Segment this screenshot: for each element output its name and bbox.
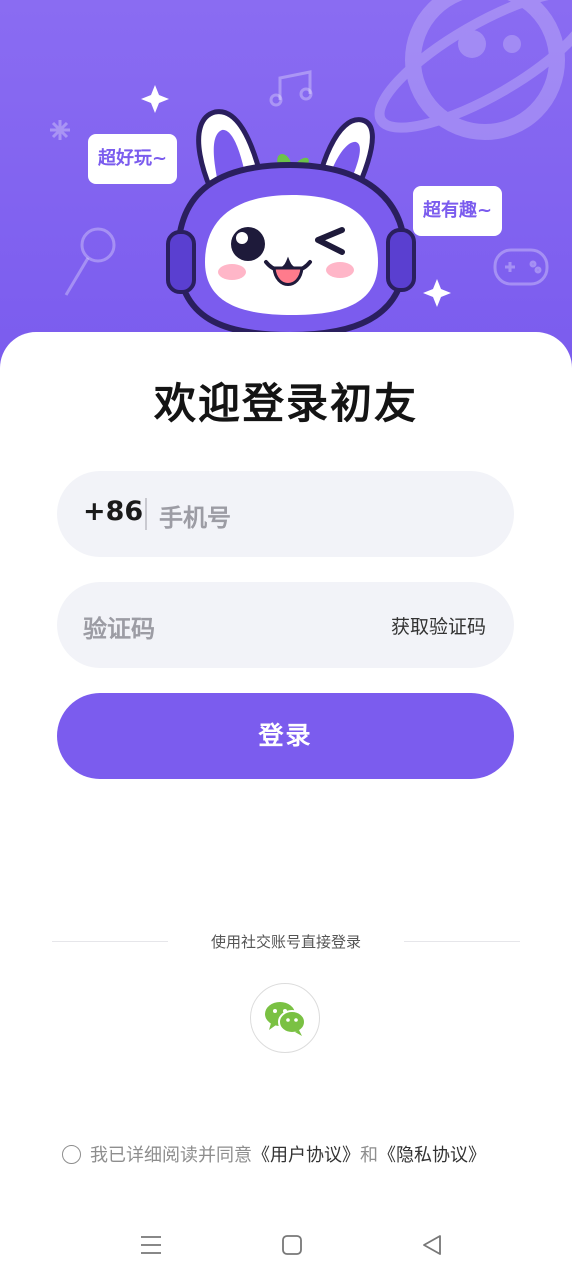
wechat-icon <box>265 1002 306 1036</box>
hero-banner: 超好玩~ 超有趣~ <box>0 0 572 380</box>
agree-checkbox[interactable] <box>62 1144 81 1164</box>
system-nav-bar <box>0 1210 572 1280</box>
field-divider <box>145 498 147 530</box>
home-icon[interactable] <box>280 1233 304 1257</box>
bubble-left: 超好玩~ <box>88 134 178 184</box>
wechat-login-button[interactable] <box>250 983 320 1053</box>
agreement-row: 我已详细阅读并同意 《用户协议》 和 《隐私协议》 <box>62 1141 486 1167</box>
verification-code-field[interactable]: 验证码 获取验证码 <box>57 582 514 668</box>
get-code-button[interactable]: 获取验证码 <box>391 612 486 639</box>
phone-input[interactable]: 手机号 <box>159 498 231 533</box>
social-divider-right <box>404 941 520 942</box>
code-input[interactable]: 验证码 <box>83 609 155 644</box>
status-bar <box>0 0 572 48</box>
agreement-and: 和 <box>360 1145 378 1166</box>
agreement-prefix: 我已详细阅读并同意 <box>90 1145 252 1166</box>
phone-field[interactable]: +86 手机号 <box>57 471 514 557</box>
user-agreement-link[interactable]: 《用户协议》 <box>252 1141 360 1167</box>
page-title: 欢迎登录初友 <box>153 379 418 428</box>
back-icon[interactable] <box>420 1233 444 1257</box>
country-code[interactable]: +86 <box>83 496 143 527</box>
mascot-character <box>166 109 416 339</box>
login-button[interactable]: 登录 <box>57 693 514 779</box>
menu-icon[interactable] <box>139 1233 163 1257</box>
bubble-right: 超有趣~ <box>413 186 503 236</box>
privacy-policy-link[interactable]: 《隐私协议》 <box>378 1141 486 1167</box>
